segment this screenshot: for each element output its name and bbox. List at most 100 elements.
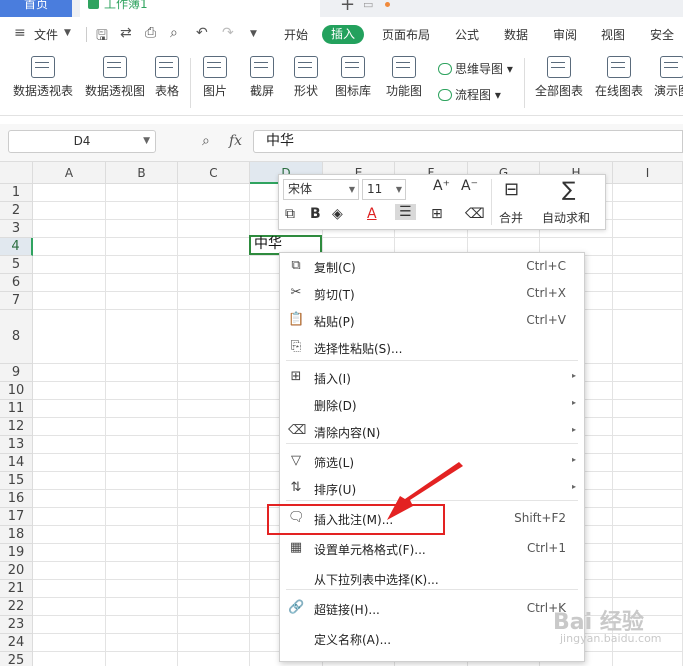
context-menu-item[interactable]: 🔗 超链接(H)... Ctrl+K xyxy=(280,595,584,622)
select-all-corner[interactable] xyxy=(0,162,33,184)
row-header[interactable]: 4 xyxy=(0,238,33,256)
menu-formula[interactable]: 公式 xyxy=(455,26,479,43)
mind-map-button[interactable]: 思维导图 ▾ xyxy=(438,60,513,77)
merge-label[interactable]: 合并 xyxy=(499,209,523,226)
pivot-table-button[interactable]: 数据透视表 xyxy=(12,56,74,99)
shape-button[interactable]: 形状 xyxy=(290,56,322,99)
menu-view[interactable]: 视图 xyxy=(601,26,625,43)
picture-button[interactable]: 图片 xyxy=(199,56,231,99)
redo-icon[interactable]: ↷ xyxy=(222,25,234,41)
row-header[interactable]: 21 xyxy=(0,580,33,598)
context-menu-item[interactable]: ▽ 筛选(L) ▸ xyxy=(280,448,584,475)
row-header[interactable]: 17 xyxy=(0,508,33,526)
context-menu-item[interactable]: 从下拉列表中选择(K)... xyxy=(280,565,584,592)
online-charts-label: 在线图表 xyxy=(594,84,643,98)
row-header[interactable]: 19 xyxy=(0,544,33,562)
function-chart-button[interactable]: 功能图 xyxy=(382,56,426,99)
row-header[interactable]: 16 xyxy=(0,490,33,508)
row-header[interactable]: 9 xyxy=(0,364,33,382)
border-icon[interactable]: ⊞ xyxy=(431,206,443,222)
context-menu-item[interactable]: ✂ 剪切(T) Ctrl+X xyxy=(280,280,584,307)
new-tab-button[interactable]: + xyxy=(340,0,355,15)
menu-security[interactable]: 安全 xyxy=(650,26,674,43)
column-header[interactable]: A xyxy=(33,162,106,184)
undo-icon[interactable]: ↶ xyxy=(196,25,208,41)
sigma-icon[interactable]: ∑ xyxy=(562,177,575,201)
row-header[interactable]: 6 xyxy=(0,274,33,292)
hamburger-icon[interactable]: ≡ xyxy=(14,25,26,41)
menu-data[interactable]: 数据 xyxy=(504,26,528,43)
row-header[interactable]: 14 xyxy=(0,454,33,472)
row-header[interactable]: 18 xyxy=(0,526,33,544)
row-header[interactable]: 23 xyxy=(0,616,33,634)
icon-library-label: 图标库 xyxy=(335,84,372,98)
row-header[interactable]: 5 xyxy=(0,256,33,274)
online-charts-button[interactable]: 在线图表 xyxy=(594,56,644,99)
font-color-icon[interactable]: A xyxy=(367,206,377,222)
row-header[interactable]: 22 xyxy=(0,598,33,616)
font-shrink-button[interactable]: A⁻ xyxy=(461,178,478,194)
preview-icon[interactable]: ⌕ xyxy=(170,25,178,41)
all-charts-button[interactable]: 全部图表 xyxy=(534,56,584,99)
format-painter-icon[interactable]: ⧉ xyxy=(285,206,295,222)
context-menu-item[interactable]: ▦ 设置单元格格式(F)... Ctrl+1 xyxy=(280,535,584,562)
font-family-select[interactable]: 宋体 ▼ xyxy=(283,179,359,200)
fill-color-icon[interactable]: ◈ xyxy=(332,206,343,222)
print-icon[interactable]: ⎙ xyxy=(145,25,156,41)
font-size-select[interactable]: 11 ▼ xyxy=(362,179,406,200)
formula-input[interactable]: 中华 xyxy=(253,130,683,153)
context-menu-item[interactable]: ⎘ 选择性粘贴(S)... xyxy=(280,334,584,361)
menu-review[interactable]: 审阅 xyxy=(553,26,577,43)
row-header[interactable]: 25 xyxy=(0,652,33,666)
tab-home[interactable]: 首页 xyxy=(0,0,72,17)
flowchart-button[interactable]: 流程图 ▾ xyxy=(438,86,501,103)
column-header[interactable]: C xyxy=(178,162,250,184)
menu-start[interactable]: 开始 xyxy=(284,26,308,43)
row-header[interactable]: 7 xyxy=(0,292,33,310)
merge-icon[interactable]: ⊟ xyxy=(504,179,519,200)
menu-insert[interactable]: 插入 xyxy=(322,25,365,44)
context-menu-item[interactable]: 删除(D) ▸ xyxy=(280,391,584,418)
save-icon[interactable]: 🖫 xyxy=(96,25,108,49)
clear-format-icon[interactable]: ⌫ xyxy=(465,206,485,222)
column-header[interactable]: B xyxy=(106,162,178,184)
context-menu-item[interactable]: 定义名称(A)... xyxy=(280,625,584,652)
font-grow-button[interactable]: A⁺ xyxy=(433,178,450,194)
row-header[interactable]: 11 xyxy=(0,400,33,418)
pivot-chart-button[interactable]: 数据透视图 xyxy=(84,56,146,99)
row-header[interactable]: 12 xyxy=(0,418,33,436)
screenshot-button[interactable]: 截屏 xyxy=(245,56,279,99)
row-header[interactable]: 24 xyxy=(0,634,33,652)
row-header[interactable]: 2 xyxy=(0,202,33,220)
row-header[interactable]: 13 xyxy=(0,436,33,454)
icon-library-button[interactable]: 图标库 xyxy=(335,56,371,99)
demo-chart-button[interactable]: 演示图 xyxy=(652,56,683,99)
row-header[interactable]: 15 xyxy=(0,472,33,490)
chevron-down-icon[interactable]: ▼ xyxy=(143,131,150,152)
monitor-icon[interactable]: ▭ xyxy=(363,0,373,11)
autosum-label[interactable]: 自动求和 xyxy=(542,209,590,226)
chevron-down-icon[interactable]: ▼ xyxy=(64,28,71,38)
table-button[interactable]: 表格 xyxy=(153,56,181,99)
context-menu-item[interactable]: ⇅ 排序(U) ▸ xyxy=(280,475,584,502)
row-header[interactable]: 3 xyxy=(0,220,33,238)
tab-workbook[interactable]: 工作簿1 ▭ xyxy=(80,0,390,17)
context-menu-item[interactable]: ⧉ 复制(C) Ctrl+C xyxy=(280,253,584,280)
name-box[interactable]: D4 ▼ xyxy=(8,130,156,153)
menu-file[interactable]: 文件 xyxy=(34,26,58,43)
context-menu-item[interactable]: ⊞ 插入(I) ▸ xyxy=(280,364,584,391)
zoom-icon[interactable]: ⌕ xyxy=(202,133,210,149)
bold-icon[interactable]: B xyxy=(310,206,321,222)
column-header[interactable]: I xyxy=(613,162,683,184)
context-menu-item[interactable]: 📋 粘贴(P) Ctrl+V xyxy=(280,307,584,334)
export-icon[interactable]: ⇄ xyxy=(120,25,132,41)
fx-icon[interactable]: fx xyxy=(229,133,242,149)
menu-page-layout[interactable]: 页面布局 xyxy=(382,26,430,43)
row-header[interactable]: 20 xyxy=(0,562,33,580)
context-menu-item[interactable]: ⌫ 清除内容(N) ▸ xyxy=(280,418,584,445)
align-center-icon[interactable]: ☰ xyxy=(395,204,416,220)
row-header[interactable]: 1 xyxy=(0,184,33,202)
row-header[interactable]: 8 xyxy=(0,310,33,364)
quick-access-more-icon[interactable]: ▼ xyxy=(250,29,257,39)
row-header[interactable]: 10 xyxy=(0,382,33,400)
